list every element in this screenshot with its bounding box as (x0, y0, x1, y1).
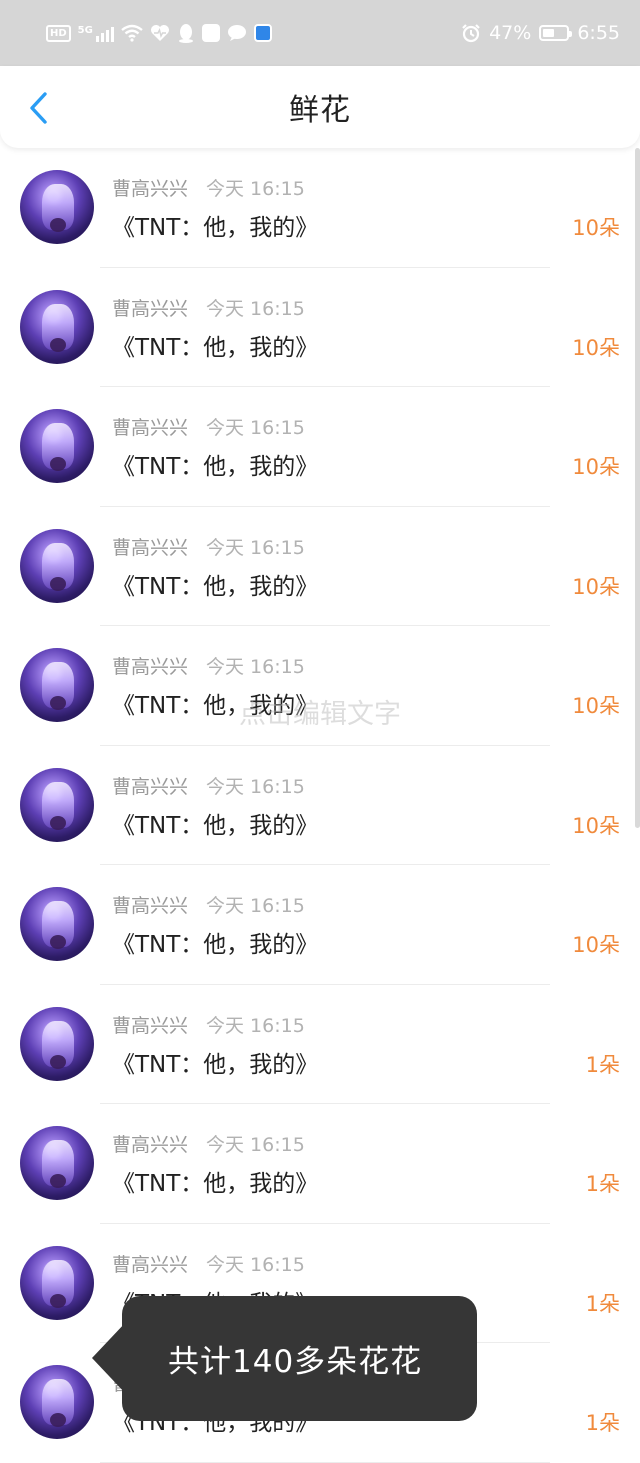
battery-level-fill (543, 29, 554, 37)
toast-message: 共计140多朵花花 (168, 1344, 423, 1380)
avatar[interactable] (20, 170, 94, 244)
avatar[interactable] (20, 767, 94, 842)
flower-count: 10朵 (572, 694, 620, 718)
sender-name: 曹高兴兴 (112, 1014, 189, 1037)
battery-icon (539, 25, 573, 41)
status-right: 47% 6:55 (461, 22, 620, 44)
record-meta: 曹高兴兴今天 16:15 (112, 533, 305, 560)
flower-count: 10朵 (572, 455, 620, 479)
cellular-signal-icon (95, 24, 114, 42)
work-title: 《TNT：他，我的》 (112, 812, 319, 839)
record-time: 今天 16:15 (206, 1134, 305, 1156)
record-time: 今天 16:15 (206, 775, 305, 798)
sender-name: 曹高兴兴 (112, 178, 189, 200)
clock: 6:55 (577, 22, 620, 44)
flower-record-list[interactable]: 曹高兴兴 今天 16:15 《TNT：他，我的》 10朵 曹高兴兴 今天 16:15 《TN… (0, 148, 640, 1463)
chat-bubble-icon (227, 24, 247, 42)
avatar[interactable] (20, 528, 94, 603)
record-meta: 曹高兴兴今天 16:15 (112, 1250, 305, 1277)
status-bar: HD 5G 47% 6:55 (0, 0, 640, 66)
page-title: 鲜花 (289, 93, 351, 128)
wifi-icon (121, 24, 143, 42)
record-meta: 曹高兴兴今天 16:15 (112, 772, 305, 799)
avatar[interactable] (20, 1245, 94, 1320)
avatar[interactable] (20, 409, 94, 483)
flower-count: 10朵 (572, 216, 620, 240)
sender-name: 曹高兴兴 (112, 895, 189, 917)
flower-count: 1朵 (585, 1411, 620, 1435)
list-item[interactable]: 曹高兴兴 今天 16:15 《TNT：他，我的》 10朵 (0, 626, 640, 746)
sender-name: 曹高兴兴 (112, 656, 189, 678)
avatar[interactable] (20, 1126, 94, 1200)
record-time: 今天 16:15 (206, 656, 305, 678)
record-time: 今天 16:15 (206, 297, 305, 320)
status-left-icons: HD 5G (46, 23, 272, 43)
flower-count: 1朵 (585, 1291, 620, 1316)
work-title: 《TNT：他，我的》 (112, 693, 319, 719)
avatar[interactable] (20, 289, 94, 364)
avatar[interactable] (20, 887, 94, 961)
list-item[interactable]: 曹高兴兴 今天 16:15 《TNT：他，我的》 10朵 (0, 865, 640, 985)
record-meta: 曹高兴兴今天 16:15 (112, 1130, 305, 1157)
alarm-icon (461, 23, 481, 43)
flower-count: 10朵 (572, 574, 620, 599)
toast-pointer (92, 1322, 126, 1394)
avatar[interactable] (20, 648, 94, 722)
scrollbar[interactable] (635, 148, 640, 828)
qq-penguin-icon (177, 23, 195, 43)
sender-name: 曹高兴兴 (112, 536, 189, 559)
record-time: 今天 16:15 (206, 1253, 305, 1276)
work-title: 《TNT：他，我的》 (112, 1051, 319, 1078)
sender-name: 曹高兴兴 (112, 1134, 189, 1156)
battery-percent: 47% (489, 22, 532, 44)
hd-icon: HD (46, 24, 71, 42)
work-title: 《TNT：他，我的》 (112, 573, 319, 600)
work-title: 《TNT：他，我的》 (112, 1171, 319, 1197)
work-title: 《TNT：他，我的》 (112, 215, 319, 241)
work-title: 《TNT：他，我的》 (112, 334, 319, 361)
sender-name: 曹高兴兴 (112, 1253, 189, 1276)
list-item[interactable]: 曹高兴兴今天 16:15 《TNT：他，我的》 1朵 (0, 985, 640, 1105)
nav-bar: 鲜花 (0, 66, 640, 148)
record-time: 今天 16:15 (206, 1014, 305, 1037)
list-item[interactable]: 曹高兴兴今天 16:15 《TNT：他，我的》 1朵 (0, 1104, 640, 1224)
list-item[interactable]: 曹高兴兴 今天 16:15 《TNT：他，我的》 10朵 (0, 268, 640, 388)
sender-name: 曹高兴兴 (112, 297, 189, 320)
work-title: 《TNT：他，我的》 (112, 932, 319, 958)
record-meta: 曹高兴兴今天 16:15 (112, 174, 305, 201)
blue-app-icon (253, 24, 272, 42)
sender-name: 曹高兴兴 (112, 417, 189, 439)
record-meta: 曹高兴兴今天 16:15 (112, 891, 305, 918)
flower-count: 10朵 (572, 335, 620, 360)
flower-count: 1朵 (585, 1052, 620, 1077)
record-meta: 曹高兴兴今天 16:15 (112, 294, 305, 321)
flower-count: 1朵 (585, 1172, 620, 1196)
flower-count: 10朵 (572, 933, 620, 957)
record-meta: 曹高兴兴今天 16:15 (112, 1011, 305, 1038)
record-time: 今天 16:15 (206, 536, 305, 559)
record-time: 今天 16:15 (206, 178, 305, 200)
work-title: 《TNT：他，我的》 (112, 454, 319, 480)
list-item[interactable]: 曹高兴兴 今天 16:15 《TNT：他，我的》 10朵 (0, 746, 640, 866)
list-item[interactable]: 曹高兴兴 今天 16:15 《TNT：他，我的》 10朵 (0, 507, 640, 627)
list-item[interactable]: 曹高兴兴 今天 16:15 《TNT：他，我的》 10朵 (0, 148, 640, 268)
record-time: 今天 16:15 (206, 895, 305, 917)
flower-count: 10朵 (572, 813, 620, 838)
record-meta: 曹高兴兴今天 16:15 (112, 652, 305, 679)
avatar[interactable] (20, 1365, 94, 1439)
toast: 共计140多朵花花 (92, 1296, 477, 1421)
record-time: 今天 16:15 (206, 417, 305, 439)
app-notification-icon (201, 24, 220, 42)
list-item[interactable]: 曹高兴兴 今天 16:15 《TNT：他，我的》 10朵 (0, 387, 640, 507)
avatar[interactable] (20, 1006, 94, 1081)
record-meta: 曹高兴兴今天 16:15 (112, 413, 305, 440)
sender-name: 曹高兴兴 (112, 775, 189, 798)
health-heart-icon (150, 24, 170, 42)
network-type-label: 5G (77, 25, 93, 36)
